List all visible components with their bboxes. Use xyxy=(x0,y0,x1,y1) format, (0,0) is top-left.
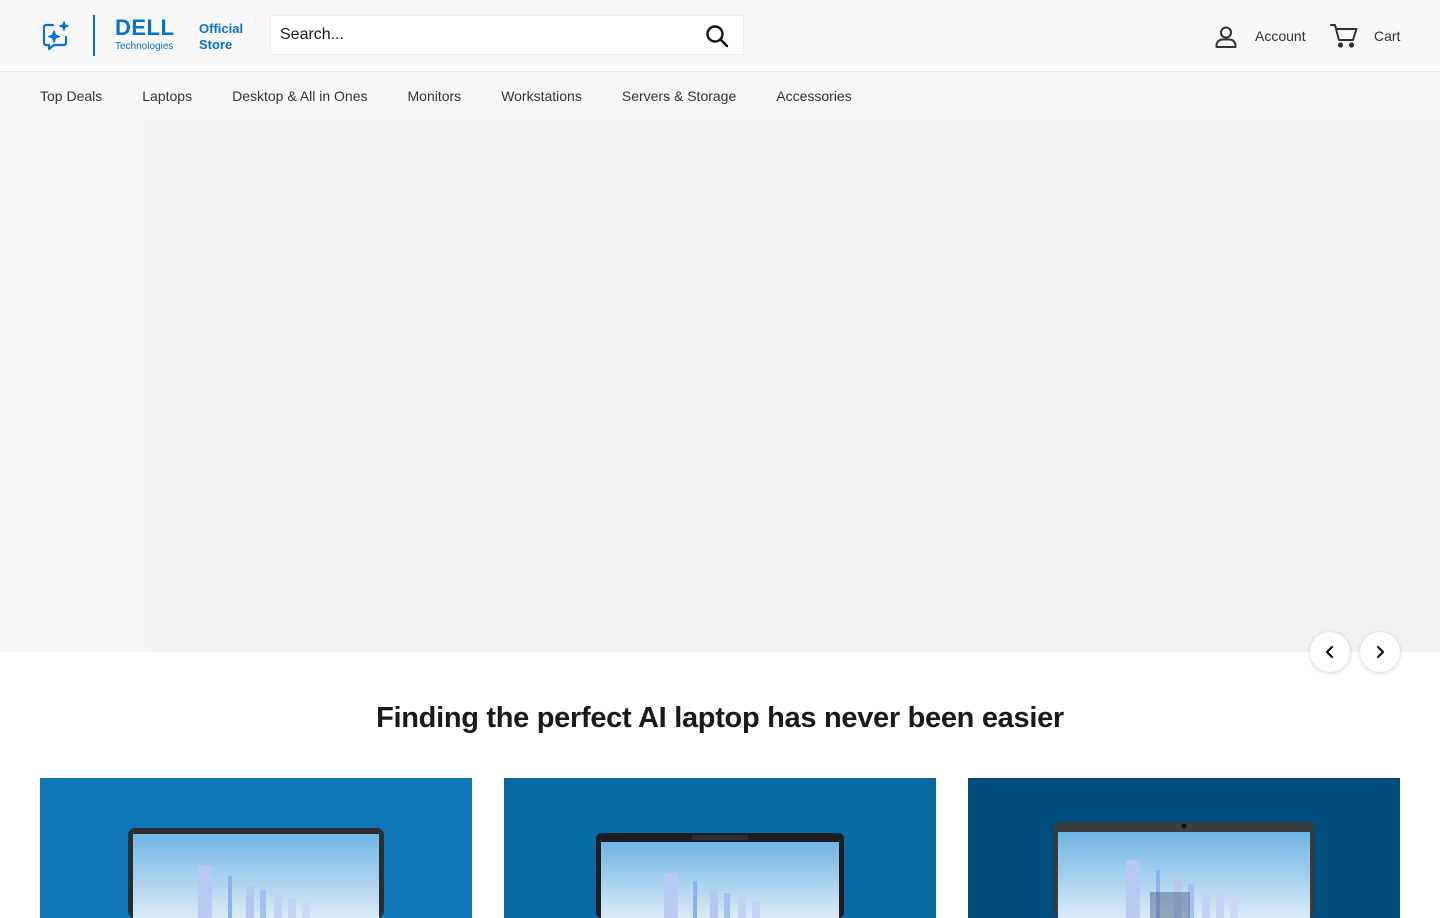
nav-item-workstations[interactable]: Workstations xyxy=(501,88,582,104)
nav-item-laptops[interactable]: Laptops xyxy=(142,88,192,104)
site-header: DELL Technologies Official Store Account… xyxy=(0,0,1440,72)
laptop-image xyxy=(1054,822,1314,918)
nav-item-servers-storage[interactable]: Servers & Storage xyxy=(622,88,736,104)
account-link[interactable]: Account xyxy=(1214,22,1306,50)
search-icon xyxy=(706,25,729,48)
cart-icon xyxy=(1330,24,1358,48)
chevron-right-icon xyxy=(1376,645,1385,659)
hero-carousel xyxy=(0,120,1440,672)
cart-label: Cart xyxy=(1374,28,1401,44)
user-icon xyxy=(1215,26,1237,48)
sparkle-ai-icon[interactable] xyxy=(40,20,72,52)
nav-item-desktops[interactable]: Desktop & All in Ones xyxy=(232,88,367,104)
laptop-card-3[interactable] xyxy=(968,778,1400,918)
nav-item-monitors[interactable]: Monitors xyxy=(408,88,462,104)
main-nav: Top Deals Laptops Desktop & All in Ones … xyxy=(0,72,1440,120)
dell-logo[interactable]: DELL Technologies xyxy=(115,17,181,55)
laptop-card-1[interactable] xyxy=(40,778,472,918)
search-input[interactable] xyxy=(271,16,691,54)
search-box xyxy=(270,15,744,55)
store-line-2: Store xyxy=(199,37,233,52)
search-button[interactable] xyxy=(705,24,729,48)
section-title: Finding the perfect AI laptop has never … xyxy=(376,702,1064,734)
store-line-1: Official xyxy=(199,21,244,36)
chevron-left-icon xyxy=(1325,645,1334,659)
nav-item-accessories[interactable]: Accessories xyxy=(776,88,851,104)
carousel-prev-button[interactable] xyxy=(1310,632,1350,672)
brand-name: DELL xyxy=(115,15,175,40)
laptop-image xyxy=(596,833,844,918)
account-label: Account xyxy=(1255,28,1306,44)
laptop-card-2[interactable] xyxy=(504,778,936,918)
official-store-label: Official Store xyxy=(199,21,243,53)
logo-divider xyxy=(93,15,95,56)
cart-link[interactable]: Cart xyxy=(1330,22,1400,50)
laptop-image xyxy=(128,828,384,918)
brand-sub: Technologies xyxy=(115,41,174,52)
laptop-cards xyxy=(40,778,1400,918)
nav-item-top-deals[interactable]: Top Deals xyxy=(40,88,102,104)
carousel-next-button[interactable] xyxy=(1360,632,1400,672)
